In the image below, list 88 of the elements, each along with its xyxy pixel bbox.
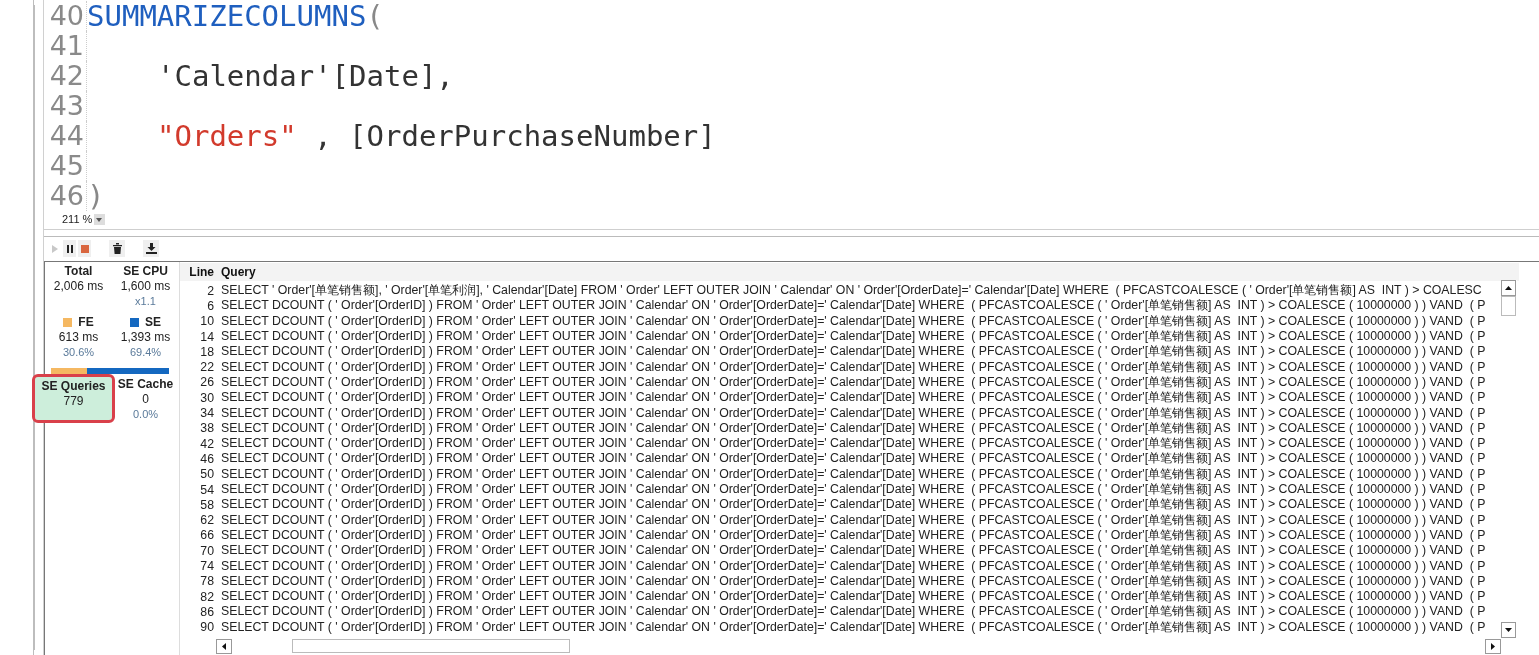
stat-label: SE Cache <box>117 377 174 392</box>
code-editor[interactable]: 40 SUMMARIZECOLUMNS( 41 42 'Calendar'[Date], 43 44 "Orders" , [OrderPurchaseNumber] 45 46) 211 % <box>44 0 1539 230</box>
table-cell-text: 78 <box>199 574 215 589</box>
table-cell-text: SELECT DCOUNT ( ' Order'[OrderID] ) FROM ' Order' LEFT OUTER JOIN ' Calendar' ON ' Order'[OrderDate]=' Calendar'[Date] WHERE ( PFCASTCOALESCE ( ' Order'[单笔销售额] AS INT ) > COALESCE ( 10000000 ) ) VAND ( P <box>221 328 1486 345</box>
table-cell: SELECT DCOUNT ( ' Order'[OrderID] ) FROM ' Order' LEFT OUTER JOIN ' Calendar' ON ' Order'[OrderDate]=' Calendar'[Date] WHERE ( PFCASTCOALESCE ( ' Order'[单笔销售额] AS INT ) > COALESCE ( 10000000 ) ) VAND ( P <box>221 481 1486 498</box>
table-cell-text: 66 <box>199 528 215 543</box>
table-cell-text: 86 <box>199 604 215 619</box>
scroll-right-icon[interactable] <box>1485 638 1501 654</box>
line-number: 40 <box>44 1 87 31</box>
table-cell-text: 74 <box>199 559 215 573</box>
table-cell-text: 42 <box>199 436 215 451</box>
stat-value: 779 <box>63 394 84 409</box>
table-cell-text: 90 <box>199 620 215 635</box>
table-cell-text: 38 <box>199 421 215 436</box>
column-header[interactable]: Query <box>221 265 256 279</box>
scroll-down-icon[interactable] <box>1501 622 1516 638</box>
table-cell: SELECT DCOUNT ( ' Order'[OrderID] ) FROM ' Order' LEFT OUTER JOIN ' Calendar' ON ' Order'[OrderDate]=' Calendar'[Date] WHERE ( PFCASTCOALESCE ( ' Order'[单笔销售额] AS INT ) > COALESCE ( 10000000 ) ) VAND ( P <box>221 358 1486 376</box>
table-cell: SELECT DCOUNT ( ' Order'[OrderID] ) FROM ' Order' LEFT OUTER JOIN ' Calendar' ON ' Order'[OrderDate]=' Calendar'[Date] WHERE ( PFCASTCOALESCE ( ' Order'[单笔销售额] AS INT ) > COALESCE ( 10000000 ) ) VAND ( P <box>221 389 1486 407</box>
stat-label: Total <box>64 264 93 279</box>
table-cell: SELECT DCOUNT ( ' Order'[OrderID] ) FROM ' Order' LEFT OUTER JOIN ' Calendar' ON ' Order'[OrderDate]=' Calendar'[Date] WHERE ( PFCASTCOALESCE ( ' Order'[单笔销售额] AS INT ) > COALESCE ( 10000000 ) ) VAND ( P <box>221 511 1486 529</box>
stat-percent: x1.1 <box>135 294 156 309</box>
table-cell-text: SELECT DCOUNT ( ' Order'[OrderID] ) FROM ' Order' LEFT OUTER JOIN ' Calendar' ON ' Order'[OrderDate]=' Calendar'[Date] WHERE ( PFCASTCOALESCE ( ' Order'[单笔销售额] AS INT ) > COALESCE ( 10000000 ) ) VAND ( P <box>221 435 1486 452</box>
stat-value: 1,600 ms <box>120 279 171 294</box>
table-cell-text: SELECT DCOUNT ( ' Order'[OrderID] ) FROM ' Order' LEFT OUTER JOIN ' Calendar' ON ' Order'[OrderDate]=' Calendar'[Date] WHERE ( PFCASTCOALESCE ( ' Order'[单笔销售额] AS INT ) > COALESCE ( 10000000 ) ) VAND ( P <box>221 573 1486 590</box>
table-cell-text: 82 <box>199 589 215 604</box>
line-number: 44 <box>44 121 87 151</box>
table-cell: SELECT DCOUNT ( ' Order'[OrderID] ) FROM ' Order' LEFT OUTER JOIN ' Calendar' ON ' Order'[OrderDate]=' Calendar'[Date] WHERE ( PFCASTCOALESCE ( ' Order'[单笔销售额] AS INT ) > COALESCE ( 10000000 ) ) VAND ( P <box>221 312 1486 330</box>
table-cell: SELECT DCOUNT ( ' Order'[OrderID] ) FROM ' Order' LEFT OUTER JOIN ' Calendar' ON ' Order'[OrderDate]=' Calendar'[Date] WHERE ( PFCASTCOALESCE ( ' Order'[单笔销售额] AS INT ) > COALESCE ( 10000000 ) ) VAND ( P <box>221 404 1486 422</box>
code-text: , [OrderPurchaseNumber] <box>313 119 716 153</box>
table-cell: SELECT DCOUNT ( ' Order'[OrderID] ) FROM ' Order' LEFT OUTER JOIN ' Calendar' ON ' Order'[OrderDate]=' Calendar'[Date] WHERE ( PFCASTCOALESCE ( ' Order'[单笔销售额] AS INT ) > COALESCE ( 10000000 ) ) VAND ( P <box>221 496 1486 514</box>
table-cell-text: 70 <box>199 543 215 558</box>
line-number: 43 <box>44 91 87 121</box>
string-literal: "Orders" <box>157 119 297 153</box>
parenthesis: ) <box>87 179 105 213</box>
line-number: 41 <box>44 31 87 61</box>
table-cell-text: SELECT DCOUNT ( ' Order'[OrderID] ) FROM ' Order' LEFT OUTER JOIN ' Calendar' ON ' Order'[OrderDate]=' Calendar'[Date] WHERE ( PFCASTCOALESCE ( ' Order'[单笔销售额] AS INT ) > COALESCE ( 10000000 ) ) VAND ( P <box>221 527 1486 544</box>
table-cell-text: 22 <box>199 360 215 375</box>
scroll-thumb[interactable] <box>1501 296 1516 316</box>
stat-value: 1,393 ms <box>120 330 171 345</box>
scroll-left-icon[interactable] <box>216 638 232 654</box>
stat-value: 2,006 ms <box>53 279 104 294</box>
stat-percent: 0.0% <box>132 407 159 422</box>
table-cell: SELECT DCOUNT ( ' Order'[OrderID] ) FROM ' Order' LEFT OUTER JOIN ' Calendar' ON ' Order'[OrderDate]=' Calendar'[Date] WHERE ( PFCASTCOALESCE ( ' Order'[单笔销售额] AS INT ) > COALESCE ( 10000000 ) ) VAND ( P <box>221 450 1486 468</box>
line-number: 46 <box>44 181 87 211</box>
stat-value: 613 ms <box>58 330 99 345</box>
table-cell-text: SELECT ' Order'[单笔销售额], ' Order'[单笔利润], ' Calendar'[Date] FROM ' Order' LEFT OUTER JOIN ' Calendar' ON ' Order'[OrderDate]=' Calendar'[Date] WHERE ( PFCASTCOALESCE ( ' Order'[单笔销售额] AS INT ) > COALESC <box>221 282 1482 299</box>
table-cell: SELECT DCOUNT ( ' Order'[OrderID] ) FROM ' Order' LEFT OUTER JOIN ' Calendar' ON ' Order'[OrderDate]=' Calendar'[Date] WHERE ( PFCASTCOALESCE ( ' Order'[单笔销售额] AS INT ) > COALESCE ( 10000000 ) ) VAND ( P <box>221 542 1486 560</box>
stat-label: FE <box>78 315 94 330</box>
table-cell-text: 10 <box>199 314 215 329</box>
stat-percent: 30.6% <box>62 345 95 360</box>
line-number: 42 <box>44 61 87 91</box>
table-cell-text: 2 <box>206 283 215 298</box>
table-cell: SELECT DCOUNT ( ' Order'[OrderID] ) FROM ' Order' LEFT OUTER JOIN ' Calendar' ON ' Order'[OrderDate]=' Calendar'[Date] WHERE ( PFCASTCOALESCE ( ' Order'[单笔销售额] AS INT ) > COALESCE ( 10000000 ) ) VAND ( P <box>221 343 1486 361</box>
zoom-level: 211 % <box>62 213 93 225</box>
table-cell-text: 62 <box>199 513 215 528</box>
scroll-thumb[interactable] <box>292 639 570 653</box>
table-cell-text: 18 <box>199 344 215 359</box>
scroll-up-icon[interactable] <box>1501 280 1516 296</box>
stat-value: 0 <box>142 392 149 407</box>
line-number: 45 <box>44 151 87 181</box>
stat-label: SE <box>145 315 161 330</box>
table-cell-text: 58 <box>199 497 215 512</box>
stat-tile[interactable]: SE Queries 779 <box>35 377 112 420</box>
table-cell: SELECT DCOUNT ( ' Order'[OrderID] ) FROM ' Order' LEFT OUTER JOIN ' Calendar' ON ' Order'[OrderDate]=' Calendar'[Date] WHERE ( PFCASTCOALESCE ( ' Order'[单笔销售额] AS INT ) > COALESCE ( 10000000 ) ) VAND ( P <box>221 557 1486 575</box>
table-cell: SELECT DCOUNT ( ' Order'[OrderID] ) FROM ' Order' LEFT OUTER JOIN ' Calendar' ON ' Order'[OrderDate]=' Calendar'[Date] WHERE ( PFCASTCOALESCE ( ' Order'[单笔销售额] AS INT ) > COALESCE ( 10000000 ) ) VAND ( P <box>221 603 1486 621</box>
table-cell-text: 34 <box>199 406 215 420</box>
stat-label: SE CPU <box>123 264 168 279</box>
function-name: SUMMARIZECOLUMNS <box>87 0 367 33</box>
parenthesis: ( <box>366 0 384 33</box>
table-cell-text: 46 <box>199 451 215 466</box>
code-text: 'Calendar'[Date], <box>157 59 454 93</box>
table-cell-text: 14 <box>199 329 215 344</box>
table-cell: SELECT DCOUNT ( ' Order'[OrderID] ) FROM ' Order' LEFT OUTER JOIN ' Calendar' ON ' Order'[OrderDate]=' Calendar'[Date] WHERE ( PFCASTCOALESCE ( ' Order'[单笔销售额] AS INT ) > COALESCE ( 10000000 ) ) VAND ( P <box>221 618 1486 636</box>
table-cell-text: SELECT DCOUNT ( ' Order'[OrderID] ) FROM ' Order' LEFT OUTER JOIN ' Calendar' ON ' Order'[OrderDate]=' Calendar'[Date] WHERE ( PFCASTCOALESCE ( ' Order'[单笔销售额] AS INT ) > COALESCE ( 10000000 ) ) VAND ( P <box>221 374 1486 391</box>
table-cell-text: 6 <box>206 298 215 313</box>
table-cell-text: 30 <box>199 390 215 405</box>
table-cell: SELECT DCOUNT ( ' Order'[OrderID] ) FROM ' Order' LEFT OUTER JOIN ' Calendar' ON ' Order'[OrderDate]=' Calendar'[Date] WHERE ( PFCASTCOALESCE ( ' Order'[单笔销售额] AS INT ) > COALESCE ( 10000000 ) ) VAND ( P <box>221 465 1486 483</box>
table-cell-text: 26 <box>199 375 215 390</box>
table-cell-text: 54 <box>199 482 215 497</box>
stat-label: SE Queries <box>41 379 106 394</box>
stop-icon[interactable] <box>80 244 89 253</box>
table-cell-text: SELECT DCOUNT ( ' Order'[OrderID] ) FROM ' Order' LEFT OUTER JOIN ' Calendar' ON ' Order'[OrderDate]=' Calendar'[Date] WHERE ( PFCASTCOALESCE ( ' Order'[单笔销售额] AS INT ) > COALESCE ( 10000000 ) ) VAND ( P <box>221 588 1486 605</box>
table-cell-text: SELECT DCOUNT ( ' Order'[OrderID] ) FROM ' Order' LEFT OUTER JOIN ' Calendar' ON ' Order'[OrderDate]=' Calendar'[Date] WHERE ( PFCASTCOALESCE ( ' Order'[单笔销售额] AS INT ) > COALESCE ( 10000000 ) ) VAND ( P <box>221 420 1486 437</box>
horizontal-scrollbar[interactable] <box>216 638 1501 654</box>
table-cell-text: 50 <box>199 467 215 482</box>
column-header[interactable]: Line <box>180 265 221 279</box>
stat-percent: 69.4% <box>129 345 162 360</box>
table-cell: SELECT DCOUNT ( ' Order'[OrderID] ) FROM ' Order' LEFT OUTER JOIN ' Calendar' ON ' Order'[OrderDate]=' Calendar'[Date] WHERE ( PFCASTCOALESCE ( ' Order'[单笔销售额] AS INT ) > COALESCE ( 10000000 ) ) VAND ( P <box>221 297 1486 315</box>
